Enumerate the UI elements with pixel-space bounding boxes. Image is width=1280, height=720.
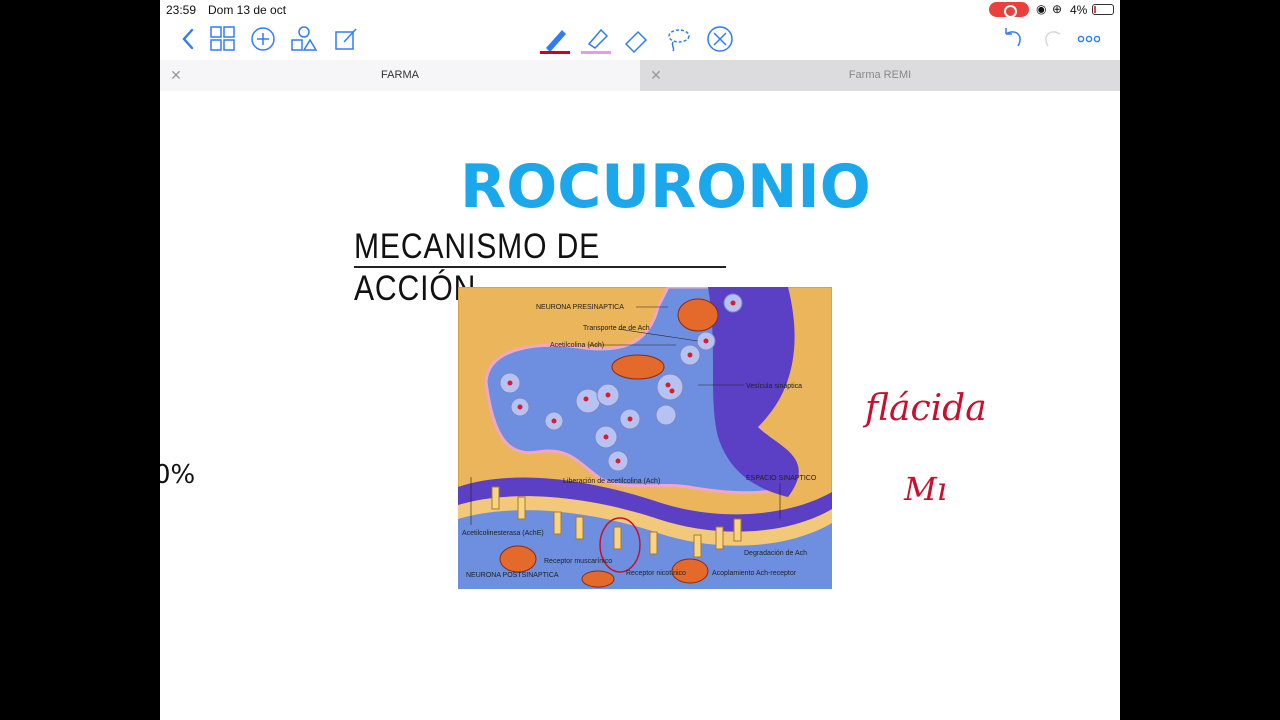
lasso-tool-icon[interactable] bbox=[663, 24, 693, 54]
tab-farma[interactable]: ✕ FARMA bbox=[160, 60, 640, 91]
label-degradation: Degradación de Ach bbox=[744, 550, 807, 557]
edit-icon[interactable] bbox=[331, 24, 361, 54]
close-tab-icon[interactable]: ✕ bbox=[648, 60, 664, 91]
tab-label: FARMA bbox=[381, 69, 419, 81]
highlighter-tool-icon[interactable] bbox=[581, 24, 611, 54]
subtitle-underline bbox=[354, 266, 726, 268]
label-acetylcholine: Acetilcolina (Ach) bbox=[550, 342, 604, 349]
shapes-icon[interactable] bbox=[289, 24, 319, 54]
orientation-lock-icon: ⊕ bbox=[1052, 2, 1063, 16]
status-date: Dom 13 de oct bbox=[208, 3, 287, 17]
status-time: 23:59 bbox=[166, 3, 197, 17]
label-coupling: Acoplamiento Ach-receptor bbox=[712, 570, 797, 577]
page-title: ROCURONIO bbox=[460, 152, 871, 222]
synapse-diagram[interactable]: NEURONA PRESINAPTICA Transporte de de Ac… bbox=[458, 287, 832, 589]
status-bar: 23:59 Dom 13 de oct ◉ ⊕ 4% bbox=[160, 0, 1120, 20]
notes-app-screen: 23:59 Dom 13 de oct ◉ ⊕ 4% ✕ FARMA ✕ Far… bbox=[160, 0, 1120, 720]
close-tab-icon[interactable]: ✕ bbox=[168, 60, 184, 91]
handwritten-mark: 0% bbox=[160, 460, 196, 490]
label-vesicle: Vesícula sináptica bbox=[746, 383, 802, 390]
tab-label: Farma REMI bbox=[848, 69, 912, 81]
battery-percent: 4% bbox=[1070, 3, 1088, 17]
handwritten-note-flacida: flácida bbox=[865, 388, 987, 429]
label-cleft: ESPACIO SINAPTICO bbox=[746, 475, 817, 482]
pen-tool-icon[interactable] bbox=[540, 24, 570, 54]
label-nicotinic: Receptor nicotínico bbox=[626, 570, 686, 577]
label-presynaptic: NEURONA PRESINAPTICA bbox=[536, 304, 624, 311]
wifi-icon: ◉ bbox=[1036, 2, 1047, 16]
document-tabs: ✕ FARMA ✕ Farma REMI bbox=[160, 60, 1120, 91]
screen-recording-indicator[interactable] bbox=[989, 2, 1029, 18]
battery-icon bbox=[1092, 4, 1114, 15]
page-subtitle: MECANISMO DE ACCIÓN bbox=[354, 227, 601, 308]
redo-icon[interactable] bbox=[1038, 24, 1068, 54]
close-tool-icon[interactable] bbox=[705, 24, 735, 54]
eraser-tool-icon[interactable] bbox=[622, 24, 652, 54]
tab-farma-remi[interactable]: ✕ Farma REMI bbox=[640, 60, 1120, 91]
label-muscarinic: Receptor muscarínico bbox=[544, 558, 612, 565]
more-options-icon[interactable] bbox=[1074, 24, 1104, 54]
grid-view-icon[interactable] bbox=[208, 24, 238, 54]
label-ache: Acetilcolinesterasa (AchE) bbox=[462, 530, 544, 537]
handwritten-note-m1: Mı bbox=[904, 470, 947, 508]
toolbar bbox=[160, 20, 1120, 60]
undo-icon[interactable] bbox=[998, 24, 1028, 54]
label-postsynaptic: NEURONA POSTSINAPTICA bbox=[466, 572, 559, 579]
back-icon[interactable] bbox=[174, 24, 204, 54]
label-transport: Transporte de de Ach bbox=[583, 325, 650, 332]
label-release: Liberación de acetilcolina (Ach) bbox=[563, 478, 660, 485]
add-icon[interactable] bbox=[248, 24, 278, 54]
